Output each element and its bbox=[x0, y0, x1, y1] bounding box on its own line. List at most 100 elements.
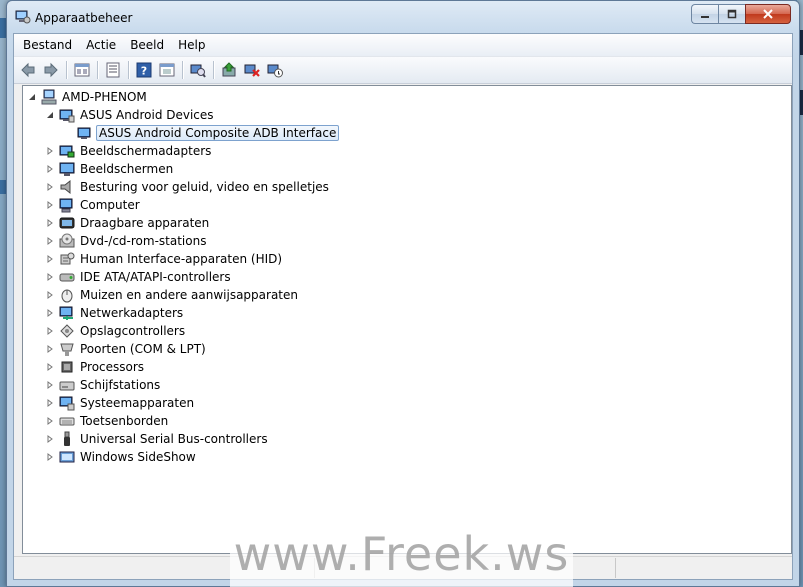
expand-arrow-icon[interactable] bbox=[45, 290, 55, 300]
adb-interface-icon bbox=[77, 127, 91, 139]
maximize-button[interactable] bbox=[718, 4, 745, 24]
back-button[interactable] bbox=[18, 60, 38, 80]
expand-arrow-icon[interactable] bbox=[45, 362, 55, 372]
expand-arrow-icon[interactable] bbox=[45, 380, 55, 390]
forward-arrow-icon bbox=[44, 62, 58, 78]
expand-arrow-icon[interactable] bbox=[45, 164, 55, 174]
usb-icon bbox=[64, 431, 70, 446]
toolbar-separator bbox=[66, 61, 68, 79]
watermark: www.Freek.ws bbox=[230, 520, 573, 587]
menu-actie[interactable]: Actie bbox=[79, 36, 123, 54]
tree-category-label: Poorten (COM & LPT) bbox=[80, 342, 206, 356]
expand-arrow-icon[interactable] bbox=[45, 416, 55, 426]
keyboard-icon bbox=[59, 417, 75, 426]
tree-category-processors[interactable]: Processors bbox=[45, 358, 146, 376]
collapse-arrow-icon[interactable] bbox=[27, 92, 37, 102]
expand-arrow-icon[interactable] bbox=[45, 398, 55, 408]
monitor-icon bbox=[59, 162, 75, 176]
expand-arrow-icon[interactable] bbox=[45, 434, 55, 444]
collapse-arrow-icon[interactable] bbox=[45, 110, 55, 120]
tree-category-besturing-voor-geluid-video-en-spelletjes[interactable]: Besturing voor geluid, video en spelletj… bbox=[45, 178, 331, 196]
tree-category-label: Computer bbox=[80, 198, 140, 212]
expand-arrow-icon[interactable] bbox=[45, 146, 55, 156]
tree-device-label: ASUS Android Composite ADB Interface bbox=[96, 125, 340, 141]
toolbar: ? bbox=[14, 57, 792, 84]
show-hidden-icon bbox=[159, 63, 175, 77]
tree-category-beeldschermen[interactable]: Beeldschermen bbox=[45, 160, 175, 178]
tree-category-label: Processors bbox=[80, 360, 145, 374]
tree-category-poorten-com-lpt[interactable]: Poorten (COM & LPT) bbox=[45, 340, 208, 358]
device-tree[interactable]: AMD-PHENOM ASUS Android Devices ASUS And… bbox=[22, 85, 792, 554]
speaker-icon bbox=[60, 179, 71, 195]
scan-hardware-button[interactable] bbox=[188, 60, 208, 80]
port-icon bbox=[60, 343, 74, 356]
menu-beeld[interactable]: Beeld bbox=[123, 36, 171, 54]
tree-root[interactable]: AMD-PHENOM bbox=[27, 88, 149, 106]
storage-controller-icon bbox=[60, 324, 74, 338]
minimize-button[interactable] bbox=[691, 4, 718, 24]
tree-category-asus-android-devices[interactable]: ASUS Android Devices bbox=[45, 106, 216, 124]
tree-category-ide-ata-atapi-controllers[interactable]: IDE ATA/ATAPI-controllers bbox=[45, 268, 233, 286]
computer-icon bbox=[59, 198, 73, 213]
help-icon: ? bbox=[136, 62, 152, 78]
tree-category-windows-sideshow[interactable]: Windows SideShow bbox=[45, 448, 198, 466]
close-button[interactable] bbox=[745, 4, 791, 24]
dvd-drive-icon bbox=[59, 233, 75, 248]
expand-arrow-icon[interactable] bbox=[45, 452, 55, 462]
expand-arrow-icon[interactable] bbox=[45, 254, 55, 264]
toolbar-separator bbox=[97, 61, 99, 79]
tree-category-netwerkadapters[interactable]: Netwerkadapters bbox=[45, 304, 185, 322]
tree-category-label: Dvd-/cd-rom-stations bbox=[80, 234, 207, 248]
uninstall-button[interactable] bbox=[242, 60, 262, 80]
menu-bestand[interactable]: Bestand bbox=[16, 36, 79, 54]
tree-category-toetsenborden[interactable]: Toetsenborden bbox=[45, 412, 170, 430]
expand-arrow-icon[interactable] bbox=[45, 218, 55, 228]
tree-category-label: Windows SideShow bbox=[80, 450, 196, 464]
disable-button[interactable] bbox=[265, 60, 285, 80]
uninstall-icon bbox=[244, 64, 260, 77]
tree-category-muizen-en-andere-aanwijsapparaten[interactable]: Muizen en andere aanwijsapparaten bbox=[45, 286, 300, 304]
minimize-icon bbox=[701, 16, 709, 18]
tree-category-computer[interactable]: Computer bbox=[45, 196, 142, 214]
list-view-button[interactable] bbox=[103, 60, 123, 80]
properties-view-button[interactable] bbox=[72, 60, 92, 80]
menu-bar: Bestand Actie Beeld Help bbox=[14, 34, 792, 57]
expand-arrow-icon[interactable] bbox=[45, 200, 55, 210]
toolbar-separator bbox=[213, 61, 215, 79]
expand-arrow-icon[interactable] bbox=[45, 308, 55, 318]
expand-arrow-icon[interactable] bbox=[45, 272, 55, 282]
tree-category-schijfstations[interactable]: Schijfstations bbox=[45, 376, 162, 394]
tree-category-universal-serial-bus-controllers[interactable]: Universal Serial Bus-controllers bbox=[45, 430, 270, 448]
tree-category-systeemapparaten[interactable]: Systeemapparaten bbox=[45, 394, 196, 412]
show-hidden-button[interactable] bbox=[157, 60, 177, 80]
tree-category-label: Human Interface-apparaten (HID) bbox=[80, 252, 283, 266]
toolbar-separator bbox=[182, 61, 184, 79]
tree-category-label: Schijfstations bbox=[80, 378, 161, 392]
portable-device-icon bbox=[59, 217, 75, 229]
tree-category-human-interface-apparaten-hid[interactable]: Human Interface-apparaten (HID) bbox=[45, 250, 284, 268]
expand-arrow-icon[interactable] bbox=[45, 344, 55, 354]
tree-category-opslagcontrollers[interactable]: Opslagcontrollers bbox=[45, 322, 187, 340]
update-driver-button[interactable] bbox=[219, 60, 239, 80]
tree-category-label: Draagbare apparaten bbox=[80, 216, 210, 230]
tree-category-dvd-cd-rom-stations[interactable]: Dvd-/cd-rom-stations bbox=[45, 232, 208, 250]
ide-controller-icon bbox=[59, 273, 75, 282]
expand-arrow-icon[interactable] bbox=[45, 236, 55, 246]
caption-buttons bbox=[691, 4, 791, 24]
help-button[interactable]: ? bbox=[134, 60, 154, 80]
disable-icon bbox=[267, 64, 283, 78]
tree-category-beeldschermadapters[interactable]: Beeldschermadapters bbox=[45, 142, 213, 160]
tree-device-asus-adb-interface[interactable]: ASUS Android Composite ADB Interface bbox=[77, 124, 340, 142]
forward-button[interactable] bbox=[41, 60, 61, 80]
sideshow-icon bbox=[59, 451, 75, 463]
title-bar[interactable]: Apparaatbeheer bbox=[7, 1, 799, 33]
system-device-icon bbox=[59, 396, 75, 411]
expand-arrow-icon[interactable] bbox=[45, 326, 55, 336]
menu-help[interactable]: Help bbox=[171, 36, 212, 54]
tree-category-label: Netwerkadapters bbox=[80, 306, 184, 320]
expand-arrow-icon[interactable] bbox=[45, 182, 55, 192]
tree-category-draagbare-apparaten[interactable]: Draagbare apparaten bbox=[45, 214, 211, 232]
update-driver-icon bbox=[222, 62, 236, 77]
svg-text:?: ? bbox=[141, 65, 147, 78]
close-icon bbox=[763, 9, 773, 19]
